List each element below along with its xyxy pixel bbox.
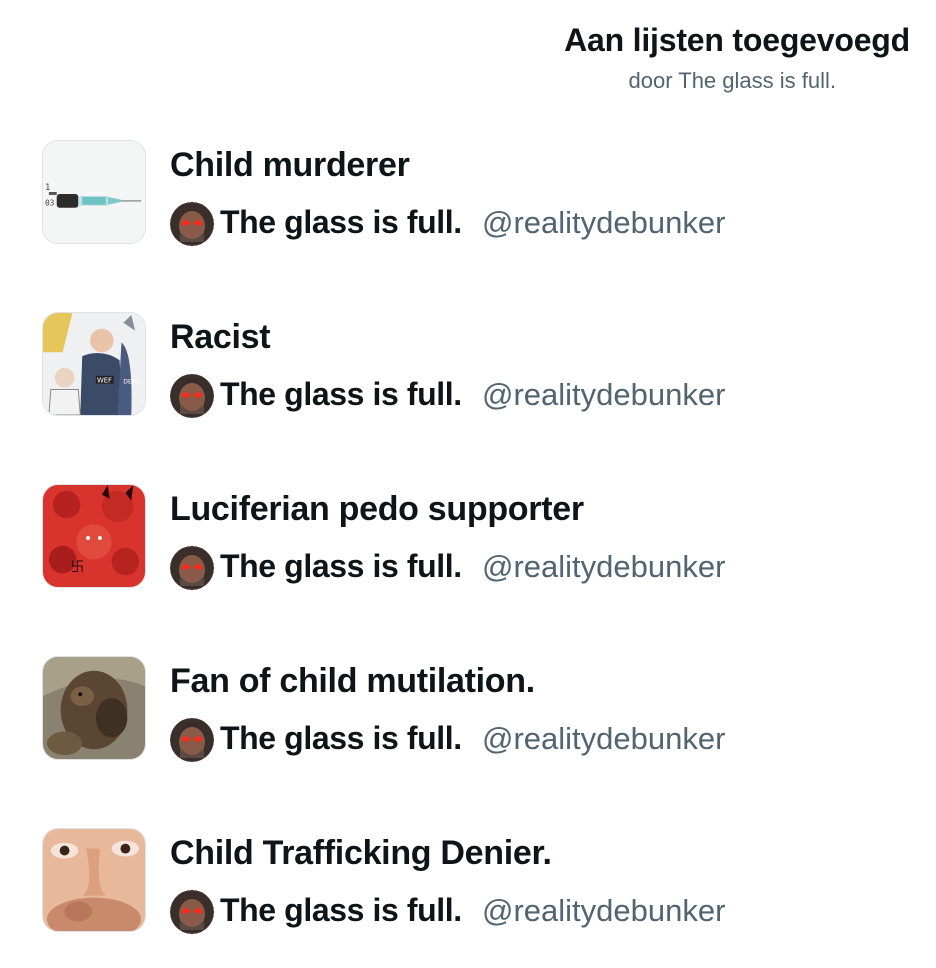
political-cartoon-image: WEF DEMS xyxy=(42,312,146,416)
svg-text:1: 1 xyxy=(45,183,50,193)
list-item-racist[interactable]: WEF DEMS Racist The glass is full. @real… xyxy=(0,312,936,422)
list-name: Racist xyxy=(170,318,271,356)
list-name: Child Trafficking Denier. xyxy=(170,834,552,872)
syringe-image: 1 03 xyxy=(42,140,146,244)
svg-text:WEF: WEF xyxy=(97,377,112,385)
page-subtitle: door The glass is full. xyxy=(628,68,836,93)
creature-image xyxy=(42,656,146,760)
owner-handle: @realitydebunker xyxy=(482,205,726,240)
owner-name: The glass is full. xyxy=(220,720,462,756)
owner-handle: @realitydebunker xyxy=(482,893,726,928)
red-demons-image: 卐 xyxy=(42,484,146,588)
avatar xyxy=(170,718,214,762)
avatar xyxy=(170,202,214,246)
svg-text:卐: 卐 xyxy=(70,559,84,575)
list-item-luciferian-pedo-supporter[interactable]: 卐 Luciferian pedo supporter The glass is… xyxy=(0,484,936,594)
list-name: Child murderer xyxy=(170,146,410,184)
owner-name: The glass is full. xyxy=(220,548,462,584)
list-name: Fan of child mutilation. xyxy=(170,662,535,700)
page-title: Aan lijsten toegevoegd xyxy=(564,22,910,58)
owner-handle: @realitydebunker xyxy=(482,721,726,756)
list-item-child-murderer[interactable]: 1 03 Child murderer The glass is full. @… xyxy=(0,140,936,250)
owner-name: The glass is full. xyxy=(220,892,462,928)
avatar xyxy=(170,546,214,590)
svg-text:03: 03 xyxy=(45,199,55,208)
svg-text:DEMS: DEMS xyxy=(123,380,140,386)
owner-name: The glass is full. xyxy=(220,376,462,412)
child-face-image xyxy=(42,828,146,932)
owner-handle: @realitydebunker xyxy=(482,377,726,412)
owner-name: The glass is full. xyxy=(220,204,462,240)
list-name: Luciferian pedo supporter xyxy=(170,490,584,528)
list-item-fan-of-child-mutilation[interactable]: Fan of child mutilation. The glass is fu… xyxy=(0,656,936,766)
list-item-child-trafficking-denier[interactable]: Child Trafficking Denier. The glass is f… xyxy=(0,828,936,938)
avatar xyxy=(170,890,214,934)
owner-handle: @realitydebunker xyxy=(482,549,726,584)
avatar xyxy=(170,374,214,418)
